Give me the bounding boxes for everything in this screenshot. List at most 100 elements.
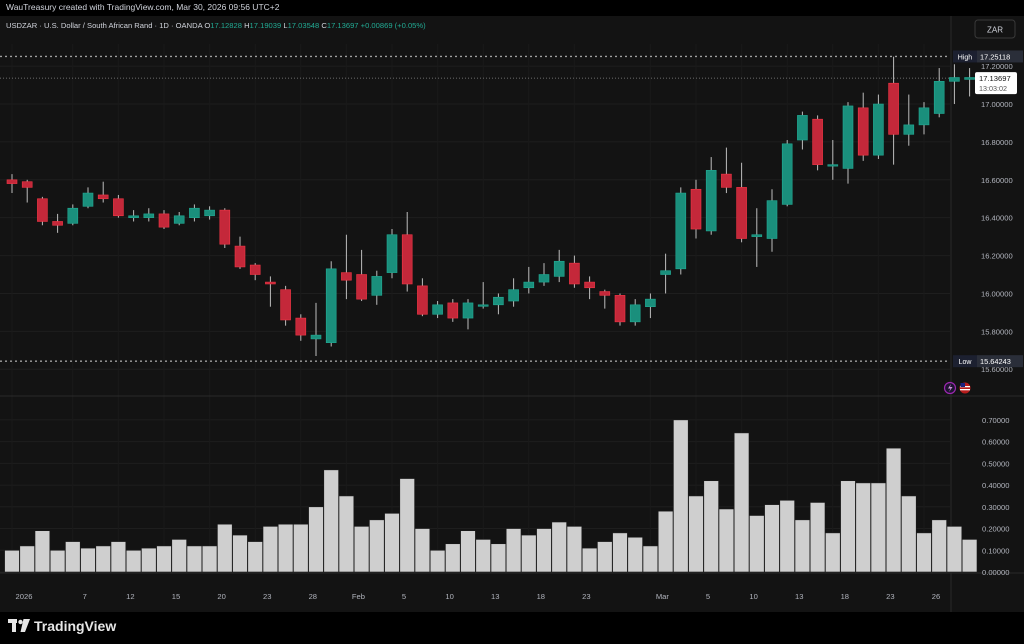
candle[interactable] — [751, 208, 763, 267]
candle[interactable] — [219, 208, 231, 248]
candle[interactable] — [265, 276, 276, 307]
candle[interactable] — [645, 293, 656, 319]
candle-body — [949, 77, 960, 82]
candle-body — [432, 304, 443, 315]
candle[interactable] — [690, 179, 702, 239]
candle[interactable] — [569, 255, 580, 288]
candle[interactable] — [173, 212, 185, 226]
candle-body — [219, 209, 231, 245]
candle[interactable] — [660, 253, 671, 294]
candle-body — [173, 215, 185, 224]
top-bar: WauTreasury created with TradingView.com… — [0, 0, 1024, 16]
price-chart[interactable]: USDZAR · U.S. Dollar / South African Ran… — [0, 16, 1024, 612]
lightning-icon[interactable] — [943, 381, 957, 395]
candle[interactable] — [629, 299, 641, 326]
candle[interactable] — [964, 68, 975, 97]
candle-body — [493, 296, 504, 306]
candle[interactable] — [447, 299, 459, 322]
volume-bar — [551, 521, 567, 573]
candle[interactable] — [736, 162, 747, 243]
candle[interactable] — [234, 236, 246, 269]
candle[interactable] — [462, 299, 474, 330]
candle-body — [538, 274, 550, 283]
candle[interactable] — [933, 68, 945, 118]
candle[interactable] — [614, 293, 626, 326]
candle[interactable] — [888, 56, 899, 165]
volume-bars[interactable] — [4, 419, 978, 573]
candle[interactable] — [401, 212, 413, 292]
time-scale[interactable]: 2026 7 12 15 20 23 28 Feb 5 10 13 18 23 Mar 5 10 13 18 23 2… — [16, 592, 941, 601]
candle[interactable] — [584, 276, 595, 300]
candle[interactable] — [721, 147, 732, 194]
us-flag-icon[interactable] — [959, 382, 971, 394]
candle-body — [827, 164, 839, 167]
candle-body — [97, 194, 109, 200]
candle[interactable] — [599, 289, 611, 309]
candle[interactable] — [812, 115, 823, 171]
candle[interactable] — [97, 181, 109, 203]
volume-scale[interactable]: 0.70000 0.60000 0.50000 0.40000 0.30000 0.200… — [982, 416, 1009, 577]
volume-bar — [916, 532, 932, 573]
candle[interactable] — [295, 314, 307, 341]
candle[interactable] — [189, 204, 200, 222]
candle[interactable] — [37, 196, 48, 226]
chart-area[interactable]: USDZAR · U.S. Dollar / South African Ran… — [0, 16, 1024, 612]
candle[interactable] — [310, 302, 322, 356]
price-scale[interactable]: 17.20000 17.00000 16.80000 16.60000 16.40000… — [981, 62, 1013, 374]
candle-body — [599, 291, 611, 296]
candle-body — [325, 268, 337, 343]
candle[interactable] — [903, 94, 915, 146]
candle[interactable] — [477, 282, 489, 309]
candle[interactable] — [873, 94, 884, 159]
candle-body — [265, 281, 276, 285]
candle-body — [903, 124, 915, 135]
candle-body — [295, 317, 307, 336]
candle[interactable] — [553, 249, 565, 283]
candle[interactable] — [356, 249, 367, 302]
candle[interactable] — [341, 234, 352, 300]
candle[interactable] — [386, 229, 398, 279]
volume-bar — [217, 523, 233, 573]
candle[interactable] — [325, 261, 337, 347]
candle[interactable] — [417, 278, 428, 317]
candle[interactable] — [82, 187, 94, 209]
currency-button[interactable]: ZAR — [974, 19, 1016, 39]
candle[interactable] — [432, 301, 443, 319]
candle[interactable] — [705, 157, 717, 235]
candles[interactable] — [6, 56, 975, 356]
price-tick-label: 16.80000 — [981, 138, 1013, 147]
candle[interactable] — [797, 111, 808, 150]
candle[interactable] — [857, 92, 869, 161]
volume-bar — [323, 469, 339, 573]
candle[interactable] — [918, 102, 930, 135]
candle[interactable] — [67, 204, 79, 226]
candle-body — [797, 115, 808, 141]
high-badge-value: 17.25118 — [980, 52, 1010, 61]
candle[interactable] — [493, 293, 504, 315]
time-tick-label: 23 — [886, 592, 894, 601]
candle[interactable] — [766, 189, 778, 252]
candle[interactable] — [143, 208, 155, 222]
candle[interactable] — [842, 102, 854, 184]
price-tick-label: 16.20000 — [981, 252, 1013, 261]
candle[interactable] — [508, 278, 519, 307]
brand[interactable]: TradingView — [8, 618, 116, 634]
candle-body — [857, 107, 869, 156]
candle[interactable] — [371, 270, 383, 305]
candle[interactable] — [827, 140, 839, 180]
candle[interactable] — [21, 179, 33, 203]
candle[interactable] — [523, 266, 535, 294]
candle[interactable] — [280, 285, 291, 326]
candle[interactable] — [675, 187, 687, 275]
candle[interactable] — [113, 194, 124, 218]
candle[interactable] — [781, 140, 793, 207]
candle[interactable] — [538, 263, 550, 286]
price-tick-label: 17.20000 — [981, 62, 1013, 71]
candle[interactable] — [249, 263, 261, 281]
candle[interactable] — [52, 213, 63, 233]
legend[interactable]: USDZAR · U.S. Dollar / South African Ran… — [6, 21, 426, 30]
candle[interactable] — [128, 210, 139, 222]
candle[interactable] — [158, 210, 170, 230]
candle[interactable] — [6, 174, 18, 194]
event-icons[interactable] — [943, 381, 971, 395]
